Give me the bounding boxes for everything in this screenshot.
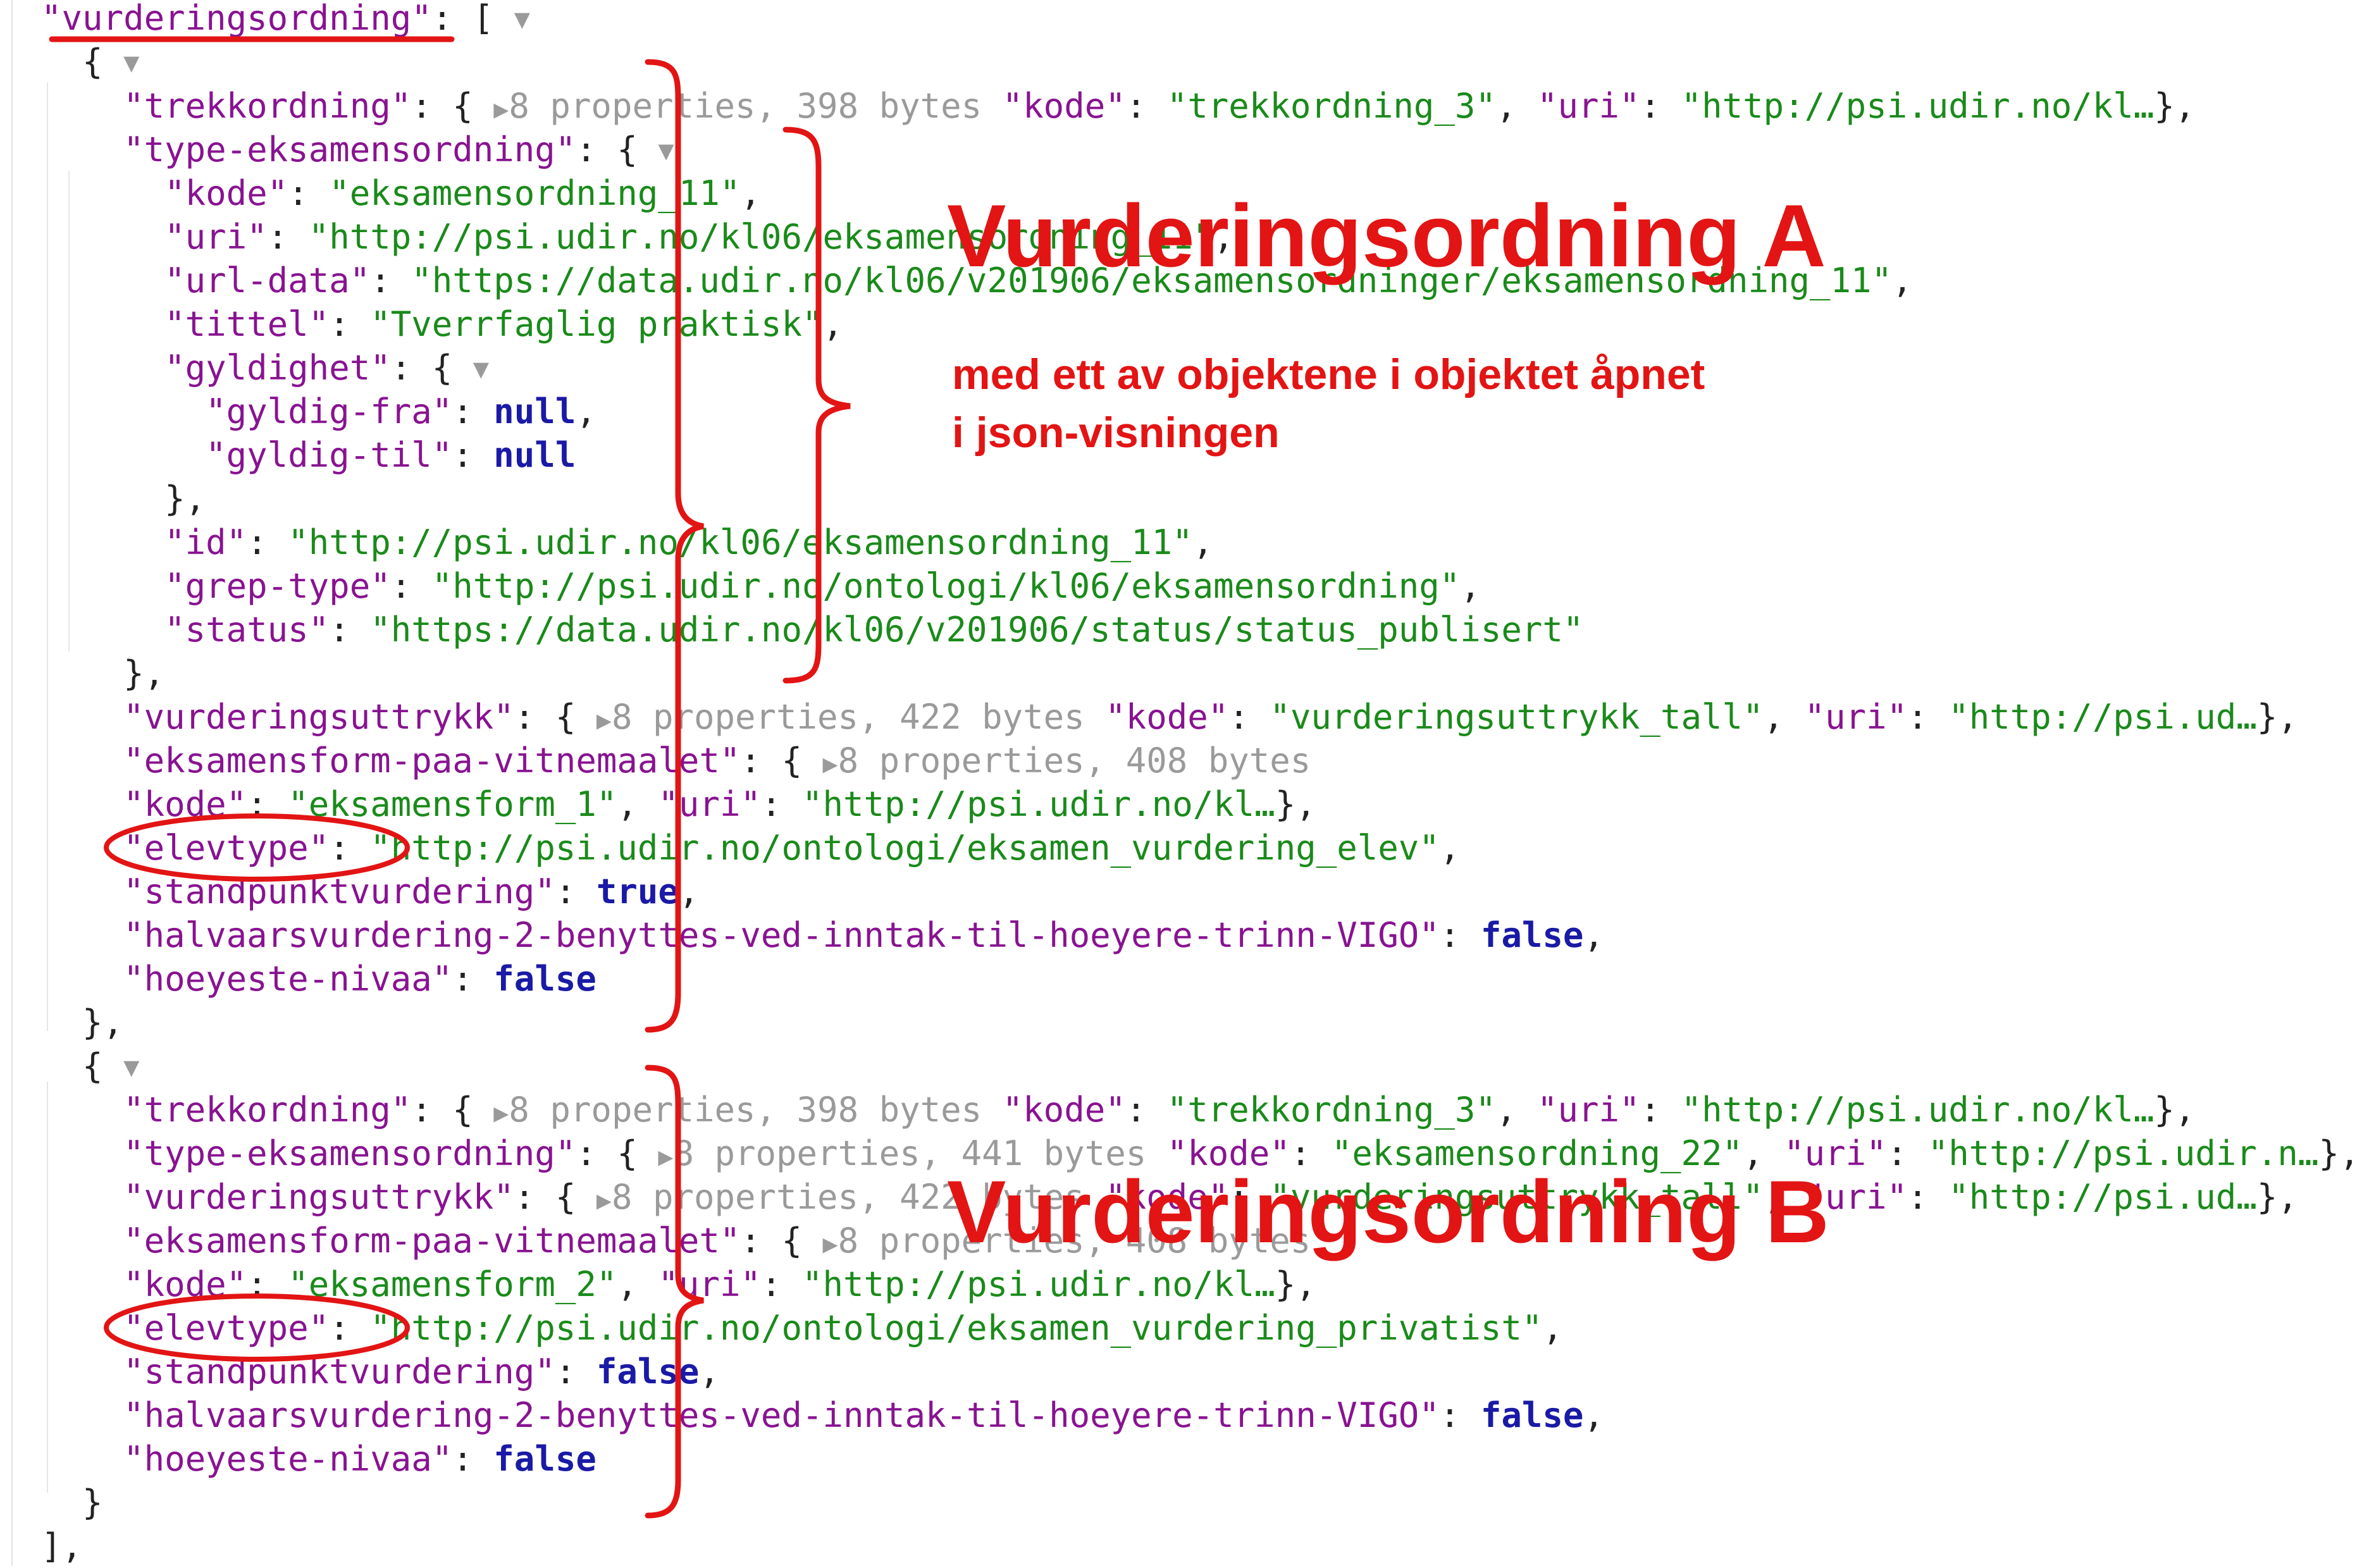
bracket-a-icon bbox=[645, 59, 704, 1033]
bracket-a-inner-icon bbox=[782, 127, 851, 684]
bracket-b-icon bbox=[645, 1065, 704, 1519]
elevtype-b-highlight-icon bbox=[104, 1293, 410, 1362]
elevtype-a-highlight-icon bbox=[104, 813, 410, 882]
annotation-title-a: Vurderingsordning A bbox=[947, 186, 1826, 285]
annotation-note-line1: med ett av objektene i objektet åpnet bbox=[952, 350, 1705, 398]
annotation-note-line2: i json-visningen bbox=[952, 409, 1280, 457]
annotation-title-b: Vurderingsordning B bbox=[947, 1162, 1829, 1261]
